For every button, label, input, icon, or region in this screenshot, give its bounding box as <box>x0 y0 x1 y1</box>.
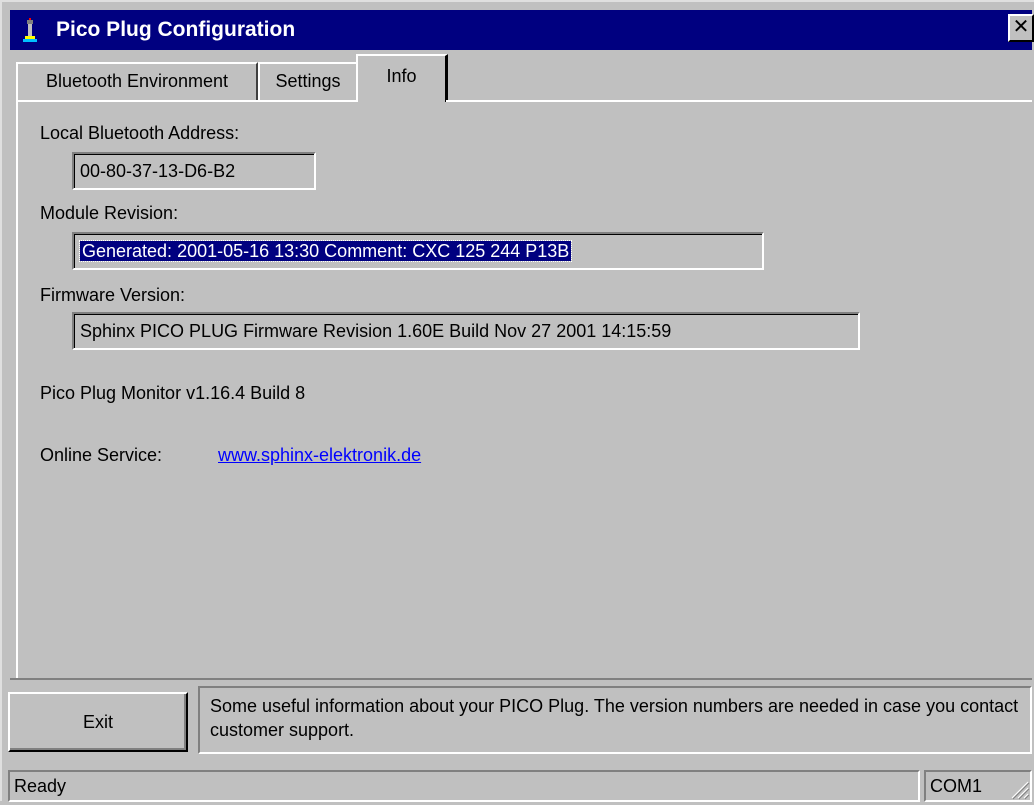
close-icon: ✕ <box>1012 16 1030 38</box>
local-address-field[interactable]: 00-80-37-13-D6-B2 <box>72 152 316 190</box>
tab-info[interactable]: Info <box>356 54 448 102</box>
tab-divider <box>446 100 1032 102</box>
module-revision-label: Module Revision: <box>40 203 179 223</box>
firmware-version-field[interactable]: Sphinx PICO PLUG Firmware Revision 1.60E… <box>72 312 860 350</box>
status-text: Ready <box>14 776 67 796</box>
exit-button[interactable]: Exit <box>8 692 188 752</box>
bluetooth-plug-icon <box>18 18 42 44</box>
module-revision-container: Generated: 2001-05-16 13:30 Comment: CXC… <box>74 234 762 268</box>
resize-grip-icon[interactable] <box>1008 778 1030 800</box>
online-service-link[interactable]: www.sphinx-elektronik.de <box>218 444 421 466</box>
title-bar[interactable]: Pico Plug Configuration ✕ <box>10 10 1034 50</box>
status-port: COM1 <box>930 776 983 796</box>
tab-divider <box>16 100 358 102</box>
exit-button-label: Exit <box>82 712 113 732</box>
tab-bluetooth-environment[interactable]: Bluetooth Environment <box>16 62 258 100</box>
local-address-value: 00-80-37-13-D6-B2 <box>74 154 314 188</box>
help-text-box: Some useful information about your PICO … <box>198 686 1032 754</box>
tab-label: Info <box>386 66 417 86</box>
module-revision-field[interactable]: Generated: 2001-05-16 13:30 Comment: CXC… <box>72 232 764 270</box>
firmware-version-label: Firmware Version: <box>40 285 186 305</box>
main-window: Pico Plug Configuration ✕ Bluetooth Envi… <box>0 0 1034 802</box>
separator <box>10 678 1032 680</box>
close-button[interactable]: ✕ <box>1008 14 1034 42</box>
panel-edge <box>16 100 18 680</box>
firmware-version-value: Sphinx PICO PLUG Firmware Revision 1.60E… <box>74 314 858 348</box>
help-text: Some useful information about your PICO … <box>210 696 1019 740</box>
module-revision-value: Generated: 2001-05-16 13:30 Comment: CXC… <box>78 240 573 262</box>
tab-label: Settings <box>275 71 341 91</box>
tab-settings[interactable]: Settings <box>258 62 358 100</box>
tab-label: Bluetooth Environment <box>45 71 229 91</box>
online-service-label: Online Service: <box>40 445 163 465</box>
window-title: Pico Plug Configuration <box>56 18 296 41</box>
local-address-label: Local Bluetooth Address: <box>40 123 240 143</box>
status-text-panel: Ready <box>8 770 920 802</box>
monitor-version-text: Pico Plug Monitor v1.16.4 Build 8 <box>40 383 306 403</box>
